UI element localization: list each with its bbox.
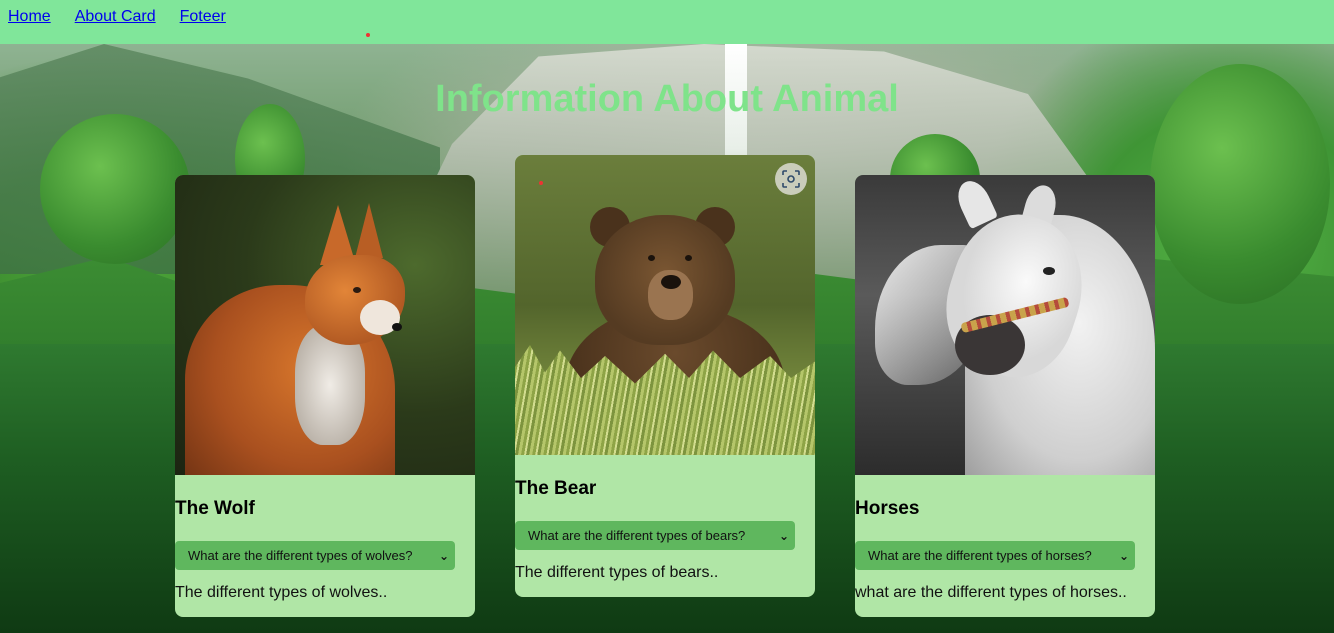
card-description: The different types of wolves.. (175, 584, 388, 601)
card-description: The different types of bears.. (515, 564, 719, 581)
navbar: Home About Card Foteer (0, 0, 1334, 44)
card-title: The Bear (515, 478, 597, 499)
tree (40, 114, 190, 264)
select-value: What are the different types of wolves? (188, 548, 413, 563)
bear-image (515, 155, 815, 455)
types-select[interactable]: What are the different types of wolves? … (175, 541, 455, 570)
chevron-down-icon: ⌄ (1118, 548, 1129, 563)
types-select[interactable]: What are the different types of bears? ⌄ (515, 521, 795, 550)
card-title: The Wolf (175, 498, 255, 519)
card-title: Horses (855, 498, 920, 519)
animal-card-horses: Horses What are the different types of h… (855, 175, 1155, 617)
nav-link-home[interactable]: Home (8, 8, 51, 26)
select-value: What are the different types of horses? (868, 548, 1092, 563)
types-select[interactable]: What are the different types of horses? … (855, 541, 1135, 570)
cursor-dot (539, 181, 543, 185)
select-value: What are the different types of bears? (528, 528, 746, 543)
animal-card-bear: The Bear What are the different types of… (515, 155, 815, 597)
cursor-dot (366, 33, 370, 37)
chevron-down-icon: ⌄ (778, 528, 789, 543)
animal-card-wolf: The Wolf What are the different types of… (175, 175, 475, 617)
nav-link-foteer[interactable]: Foteer (180, 8, 226, 26)
chevron-down-icon: ⌄ (438, 548, 449, 563)
nav-link-about-card[interactable]: About Card (75, 8, 156, 26)
page-title: Information About Animal (435, 78, 899, 120)
horse-image (855, 175, 1155, 475)
visual-search-icon[interactable] (775, 163, 807, 195)
card-description: what are the different types of horses.. (855, 584, 1127, 601)
wolf-image (175, 175, 475, 475)
